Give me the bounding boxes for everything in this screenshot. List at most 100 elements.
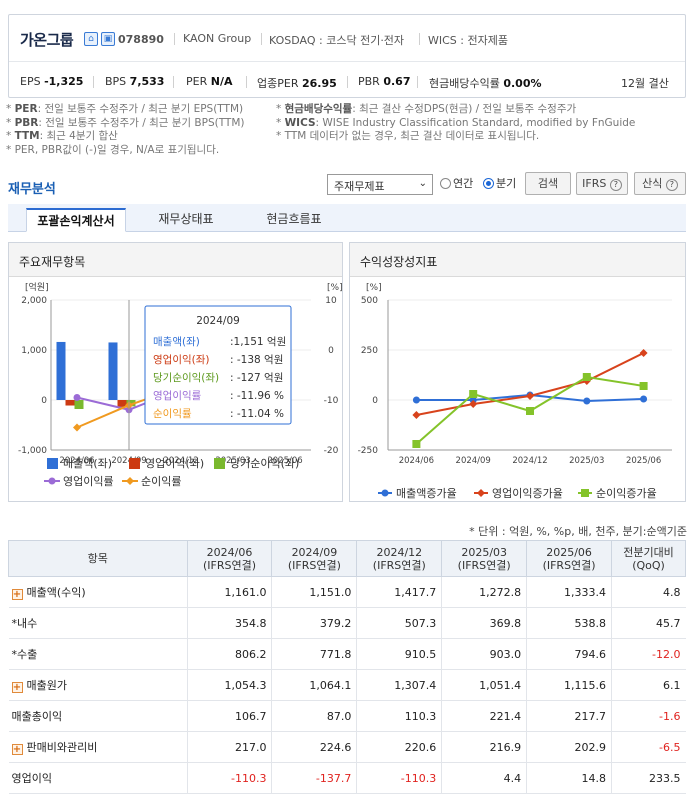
ifrs-help-button[interactable]: IFRS ? [576,172,628,195]
axis-unit: [%] [366,283,382,293]
table-row: + 매출액(수익) 1,161.0 1,151.0 1,417.7 1,272.8 1,33… [8,576,686,608]
axis-unit-right: [%] [327,283,342,293]
x-tick-label: 2024/12 [512,456,547,466]
bps-metric: BPS 7,533 [105,75,165,88]
row-label-text: *수출 [11,648,38,661]
row-label[interactable]: + 매출원가 [8,669,188,701]
sector-per-metric: 업종PER 26.95 [257,77,337,90]
formula-help-button[interactable]: 산식 ? [634,172,686,195]
value-cell: 1,151.0 [271,576,357,608]
legend-label: 영업이익률 [63,475,114,488]
point [582,373,591,381]
panel-title: 주요재무항목 [9,243,342,277]
value-cell: 14.8 [526,762,612,794]
search-button[interactable]: 검색 [525,172,571,195]
y-tick-label: 2,000 [21,296,47,306]
qoq-cell: 233.5 [611,762,686,794]
value-cell: 87.0 [271,700,357,732]
row-label-text: 매출원가 [26,679,67,692]
expand-icon[interactable]: + [11,589,23,600]
legend-swatch [129,458,140,469]
y2-tick-label: -10 [324,396,339,406]
value-cell: -137.7 [271,762,357,794]
bar [56,341,66,400]
dividend-yield-metric: 현금배당수익률 0.00% [429,77,542,90]
panel-title: 수익성장성지표 [350,243,685,277]
point [412,411,421,419]
value-cell: 903.0 [441,638,527,670]
tooltip-label: 매출액(좌) [153,336,200,348]
legend-swatch [214,458,225,469]
tab-balance-sheet[interactable]: 재무상태표 [136,208,236,232]
row-label[interactable]: + 매출액(수익) [8,576,188,608]
value-cell: 1,307.4 [356,669,442,701]
row-label[interactable]: + 판매비와관리비 [8,731,188,763]
value-cell: 106.7 [186,700,272,732]
legend-swatch [126,477,134,485]
tab-cash-flow[interactable]: 현금흐름표 [244,208,344,232]
qoq-cell: 6.1 [611,669,686,701]
bar [74,400,84,409]
axis-unit-left: [억원] [25,281,49,293]
point [73,423,81,432]
y-tick-label: 1,000 [21,346,47,356]
value-cell: 771.8 [271,638,357,670]
tooltip-value: : -11.04 % [230,408,284,420]
value-cell: 1,417.7 [356,576,442,608]
value-cell: 794.6 [526,638,612,670]
radio-quarter[interactable]: 분기 [483,175,516,191]
unit-note: * 단위 : 억원, %, %p, 배, 천주, 분기:순액기준 [469,525,687,538]
value-cell: 507.3 [356,607,442,639]
company-header-top: 가온그룹 ⌂ ▣ 078890 KAON Group KOSDAQ : 코스닥 … [9,15,685,62]
value-cell: 202.9 [526,731,612,763]
fiscal-month: 12월 결산 [621,77,669,90]
wics-info: WICS : 전자제품 [428,34,508,47]
legend-label: 순이익증가율 [596,487,657,500]
pbr-metric: PBR 0.67 [358,75,411,88]
point [469,390,478,398]
table-row: 영업이익 -110.3 -137.7 -110.3 4.4 14.8 233.5 [8,762,686,794]
company-english-name: KAON Group [183,32,252,45]
y-tick-label: -250 [358,446,379,456]
qoq-cell: 45.7 [611,607,686,639]
value-cell: -110.3 [186,762,272,794]
point [412,440,421,448]
legend-label: 순이익률 [141,475,181,488]
tab-income-statement[interactable]: 포괄손익계산서 [26,208,126,232]
qoq-cell: 4.8 [611,576,686,608]
radio-annual[interactable]: 연간 [440,175,473,191]
expand-icon[interactable]: + [11,682,23,693]
row-label: 매출총이익 [8,700,188,732]
legend-swatch [48,477,56,485]
tooltip-label: 영업이익률 [153,389,202,402]
chart-tooltip: 2024/09 매출액(좌):1,151 억원영업이익(좌): -138 억원당기… [144,305,292,425]
value-cell: 910.5 [356,638,442,670]
stock-code: 078890 [118,33,164,46]
x-tick-label: 2025/03 [569,456,604,466]
tooltip-label: 순이익률 [153,408,192,420]
tooltip-value: : -138 억원 [230,354,283,366]
statement-tabs: 포괄손익계산서 재무상태표 현금흐름표 [8,204,686,232]
series-line [416,352,645,416]
tooltip-value: : -11.96 % [230,390,284,402]
value-cell: 216.9 [441,731,527,763]
y-tick-label: -1,000 [18,446,47,456]
tooltip-label: 영업이익(좌) [153,353,210,366]
point [639,382,648,390]
print-icon[interactable]: ▣ [101,32,115,46]
legend-label: 영업이익(좌) [145,457,204,470]
row-label-text: *내수 [11,617,38,630]
tooltip-label: 당기순이익(좌) [153,372,219,384]
home-icon[interactable]: ⌂ [84,32,98,46]
col-header-period: 2025/06 (IFRS연결) [526,540,613,577]
expand-icon[interactable]: + [11,744,23,755]
legend-swatch [381,489,389,497]
point [526,407,534,415]
value-cell: 224.6 [271,731,357,763]
statement-select[interactable]: 주재무제표 ⌄ [327,174,433,195]
y-tick-label: 250 [361,346,378,356]
col-header-qoq: 전분기대비 (QoQ) [611,540,686,577]
col-header-period: 2024/12 (IFRS연결) [356,540,443,577]
col-header-period: 2024/06 (IFRS연결) [186,540,273,577]
x-tick-label: 2024/06 [399,456,434,466]
